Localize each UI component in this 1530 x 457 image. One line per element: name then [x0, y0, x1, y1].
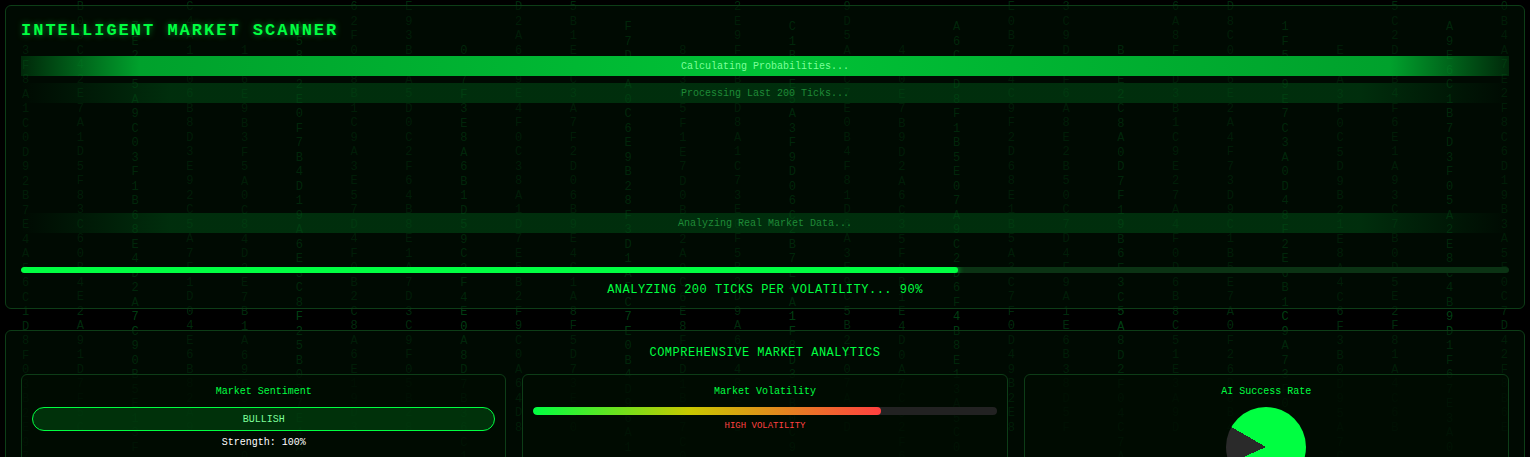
success-pie [1226, 407, 1306, 457]
volatility-label: HIGH VOLATILITY [533, 420, 996, 433]
progress-fill [21, 267, 958, 273]
card-title: Market Volatility [533, 385, 996, 399]
scan-lines: Calculating Probabilities... Processing L… [21, 56, 1509, 233]
scan-line: Calculating Probabilities... [21, 56, 1509, 76]
analytics-panel: COMPREHENSIVE MARKET ANALYTICS Market Se… [5, 330, 1525, 457]
sentiment-card: Market Sentiment BULLISH Strength: 100% [21, 374, 506, 457]
sentiment-strength: Strength: 100% [32, 436, 495, 450]
volatility-fill [533, 407, 880, 415]
analytics-title: COMPREHENSIVE MARKET ANALYTICS [21, 345, 1509, 361]
success-card: AI Success Rate [1024, 374, 1509, 457]
card-title: AI Success Rate [1035, 385, 1498, 399]
progress-label: ANALYZING 200 TICKS PER VOLATILITY... 90… [21, 282, 1509, 298]
scan-line: Analyzing Real Market Data... [21, 213, 1509, 233]
progress-track [21, 267, 1509, 273]
scanner-panel: INTELLIGENT MARKET SCANNER Calculating P… [5, 5, 1525, 309]
scan-line: Processing Last 200 Ticks... [21, 83, 1509, 103]
volatility-track [533, 407, 996, 415]
sentiment-badge: BULLISH [32, 407, 495, 431]
app-title: INTELLIGENT MARKET SCANNER [21, 20, 1509, 42]
card-title: Market Sentiment [32, 385, 495, 399]
volatility-card: Market Volatility HIGH VOLATILITY [522, 374, 1007, 457]
